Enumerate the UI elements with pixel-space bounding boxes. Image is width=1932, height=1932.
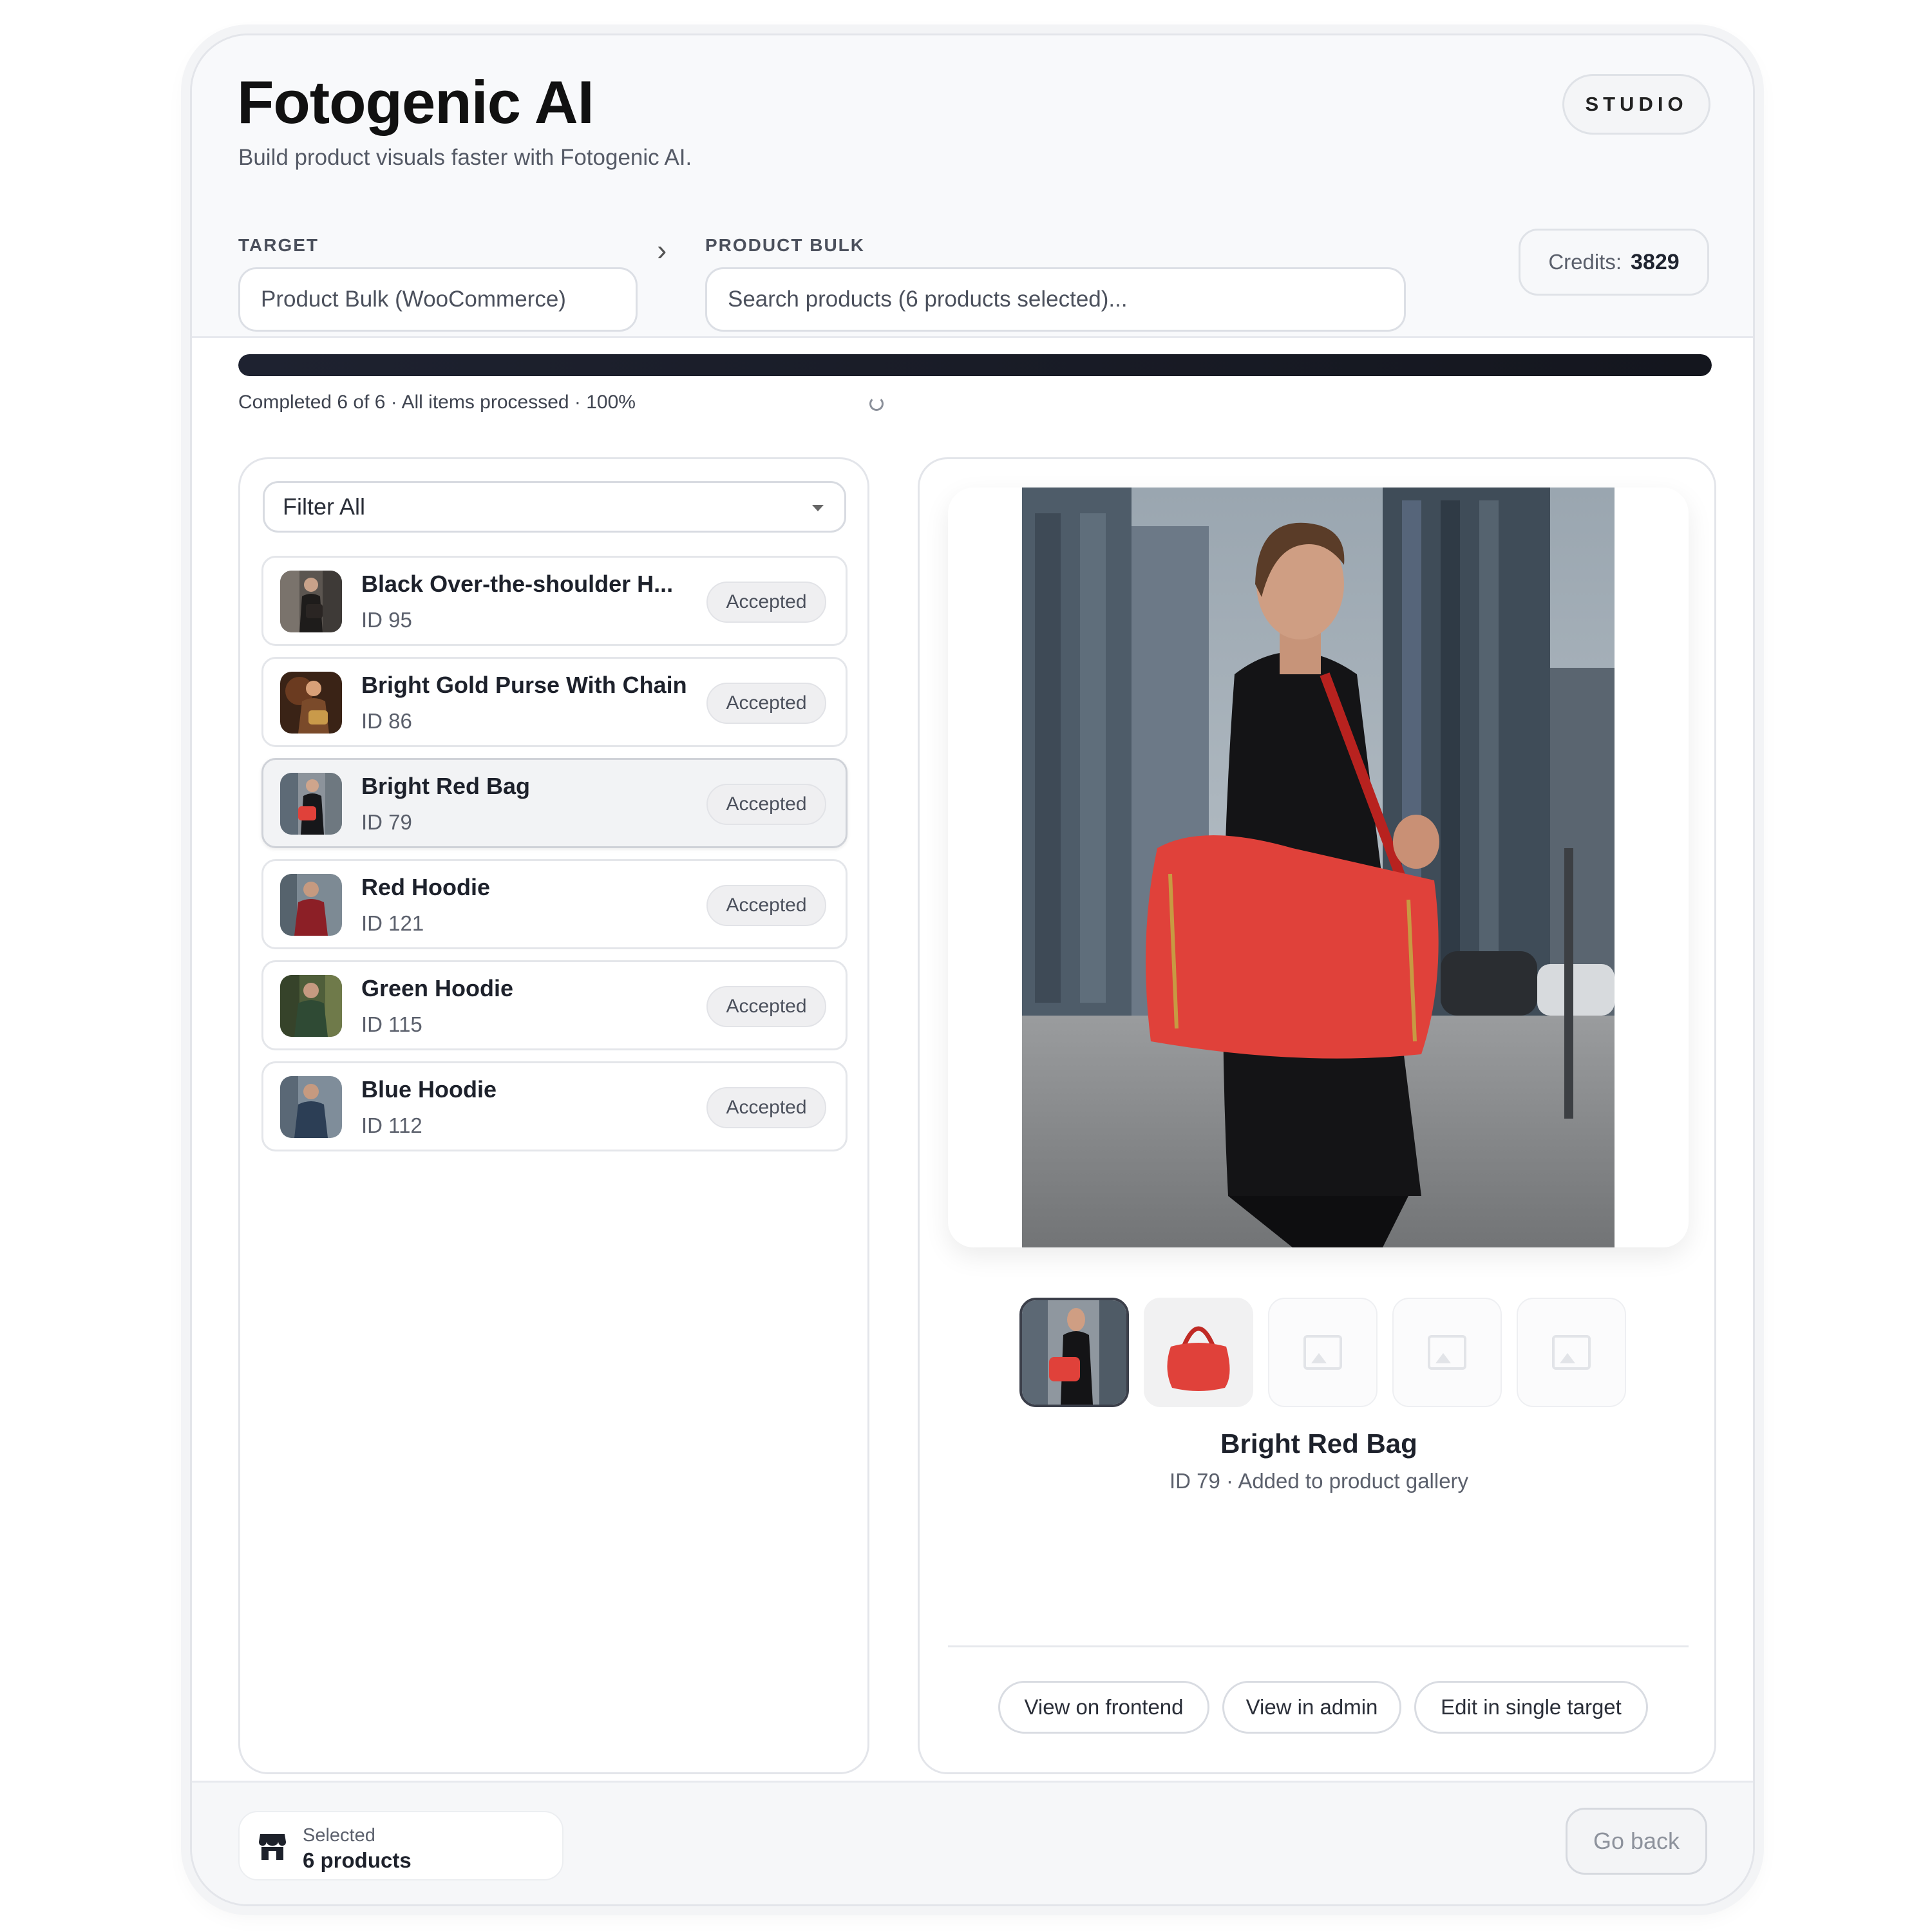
- product-id: ID 86: [361, 709, 412, 733]
- target-value: Product Bulk (WooCommerce): [261, 287, 566, 312]
- status-badge: Accepted: [706, 784, 826, 825]
- product-title: Bright Gold Purse With Chain: [361, 672, 687, 698]
- product-id: ID 115: [361, 1012, 422, 1036]
- image-placeholder-icon: [1303, 1335, 1342, 1370]
- status-badge: Accepted: [706, 885, 826, 926]
- chevron-down-icon: [812, 505, 824, 511]
- credits-label: Credits:: [1548, 250, 1622, 274]
- gallery-thumb-3[interactable]: [1268, 1298, 1378, 1407]
- product-id: ID 121: [361, 911, 424, 935]
- credits-value: 3829: [1631, 249, 1680, 274]
- product-list-item[interactable]: Bright Gold Purse With Chain ID 86 Accep…: [261, 657, 848, 747]
- status-badge: Accepted: [706, 582, 826, 623]
- product-thumbnail: [280, 773, 342, 835]
- product-search-input[interactable]: [728, 287, 1404, 312]
- product-id: ID 112: [361, 1113, 422, 1137]
- gallery-thumb-2[interactable]: [1144, 1298, 1253, 1407]
- view-on-frontend-button[interactable]: View on frontend: [998, 1681, 1209, 1734]
- view-in-admin-button[interactable]: View in admin: [1222, 1681, 1401, 1734]
- product-title: Black Over-the-shoulder H...: [361, 571, 674, 597]
- product-detail-panel: Bright Red Bag ID 79 · Added to product …: [918, 457, 1716, 1774]
- product-list-item-selected[interactable]: Bright Red Bag ID 79 Accepted: [261, 758, 848, 848]
- product-id: ID 79: [361, 810, 412, 834]
- product-thumbnail: [280, 571, 342, 632]
- filter-select[interactable]: Filter All: [263, 481, 846, 533]
- product-preview-image: [1022, 488, 1615, 1247]
- target-select[interactable]: Product Bulk (WooCommerce): [238, 267, 638, 332]
- app-logo: Fotogenic AI: [237, 68, 594, 136]
- product-title: Green Hoodie: [361, 975, 514, 1001]
- detail-title: Bright Red Bag: [1220, 1428, 1417, 1459]
- app-window: Fotogenic AI Build product visuals faste…: [190, 33, 1755, 1906]
- status-badge: Accepted: [706, 1087, 826, 1128]
- studio-badge[interactable]: STUDIO: [1562, 74, 1710, 135]
- product-thumbnail: [280, 874, 342, 936]
- progress-status-text: Completed 6 of 6 · All items processed ·…: [238, 392, 636, 413]
- store-icon: [258, 1832, 287, 1861]
- product-bulk-label: PRODUCT BULK: [705, 235, 865, 255]
- target-label: TARGET: [238, 235, 319, 255]
- selected-summary: Selected 6 products: [238, 1811, 564, 1880]
- product-list-panel: Filter All Black Over-the-shoulder H... …: [238, 457, 869, 1774]
- gallery-thumb-4[interactable]: [1392, 1298, 1502, 1407]
- status-badge: Accepted: [706, 986, 826, 1027]
- progress-fill: [238, 354, 1712, 376]
- detail-subtitle: ID 79 · Added to product gallery: [1169, 1469, 1469, 1493]
- product-title: Bright Red Bag: [361, 773, 531, 799]
- loading-spinner-icon: [869, 397, 884, 411]
- product-list-item[interactable]: Black Over-the-shoulder H... ID 95 Accep…: [261, 556, 848, 646]
- product-list-item[interactable]: Green Hoodie ID 115 Accepted: [261, 960, 848, 1050]
- credits-display: Credits: 3829: [1519, 229, 1709, 296]
- product-search-field: [705, 267, 1406, 332]
- product-title: Blue Hoodie: [361, 1076, 497, 1103]
- product-thumbnail: [280, 672, 342, 734]
- image-placeholder-icon: [1552, 1335, 1591, 1370]
- selected-value: 6 products: [303, 1848, 412, 1872]
- chevron-right-icon: ›: [657, 233, 667, 267]
- product-thumbnail: [280, 1076, 342, 1138]
- gallery-thumb-1[interactable]: [1019, 1298, 1129, 1407]
- selected-label: Selected: [303, 1825, 375, 1846]
- product-list-item[interactable]: Red Hoodie ID 121 Accepted: [261, 859, 848, 949]
- app-tagline: Build product visuals faster with Fotoge…: [238, 145, 692, 170]
- filter-value: Filter All: [283, 493, 366, 520]
- product-title: Red Hoodie: [361, 874, 491, 900]
- product-thumbnail: [280, 975, 342, 1037]
- divider: [948, 1645, 1689, 1647]
- image-placeholder-icon: [1428, 1335, 1466, 1370]
- product-list-item[interactable]: Blue Hoodie ID 112 Accepted: [261, 1061, 848, 1151]
- gallery-thumb-5[interactable]: [1517, 1298, 1626, 1407]
- status-badge: Accepted: [706, 683, 826, 724]
- progress-bar: [238, 354, 1712, 376]
- edit-in-single-target-button[interactable]: Edit in single target: [1414, 1681, 1648, 1734]
- product-id: ID 95: [361, 608, 412, 632]
- go-back-button[interactable]: Go back: [1566, 1808, 1707, 1875]
- preview-card: [948, 488, 1689, 1247]
